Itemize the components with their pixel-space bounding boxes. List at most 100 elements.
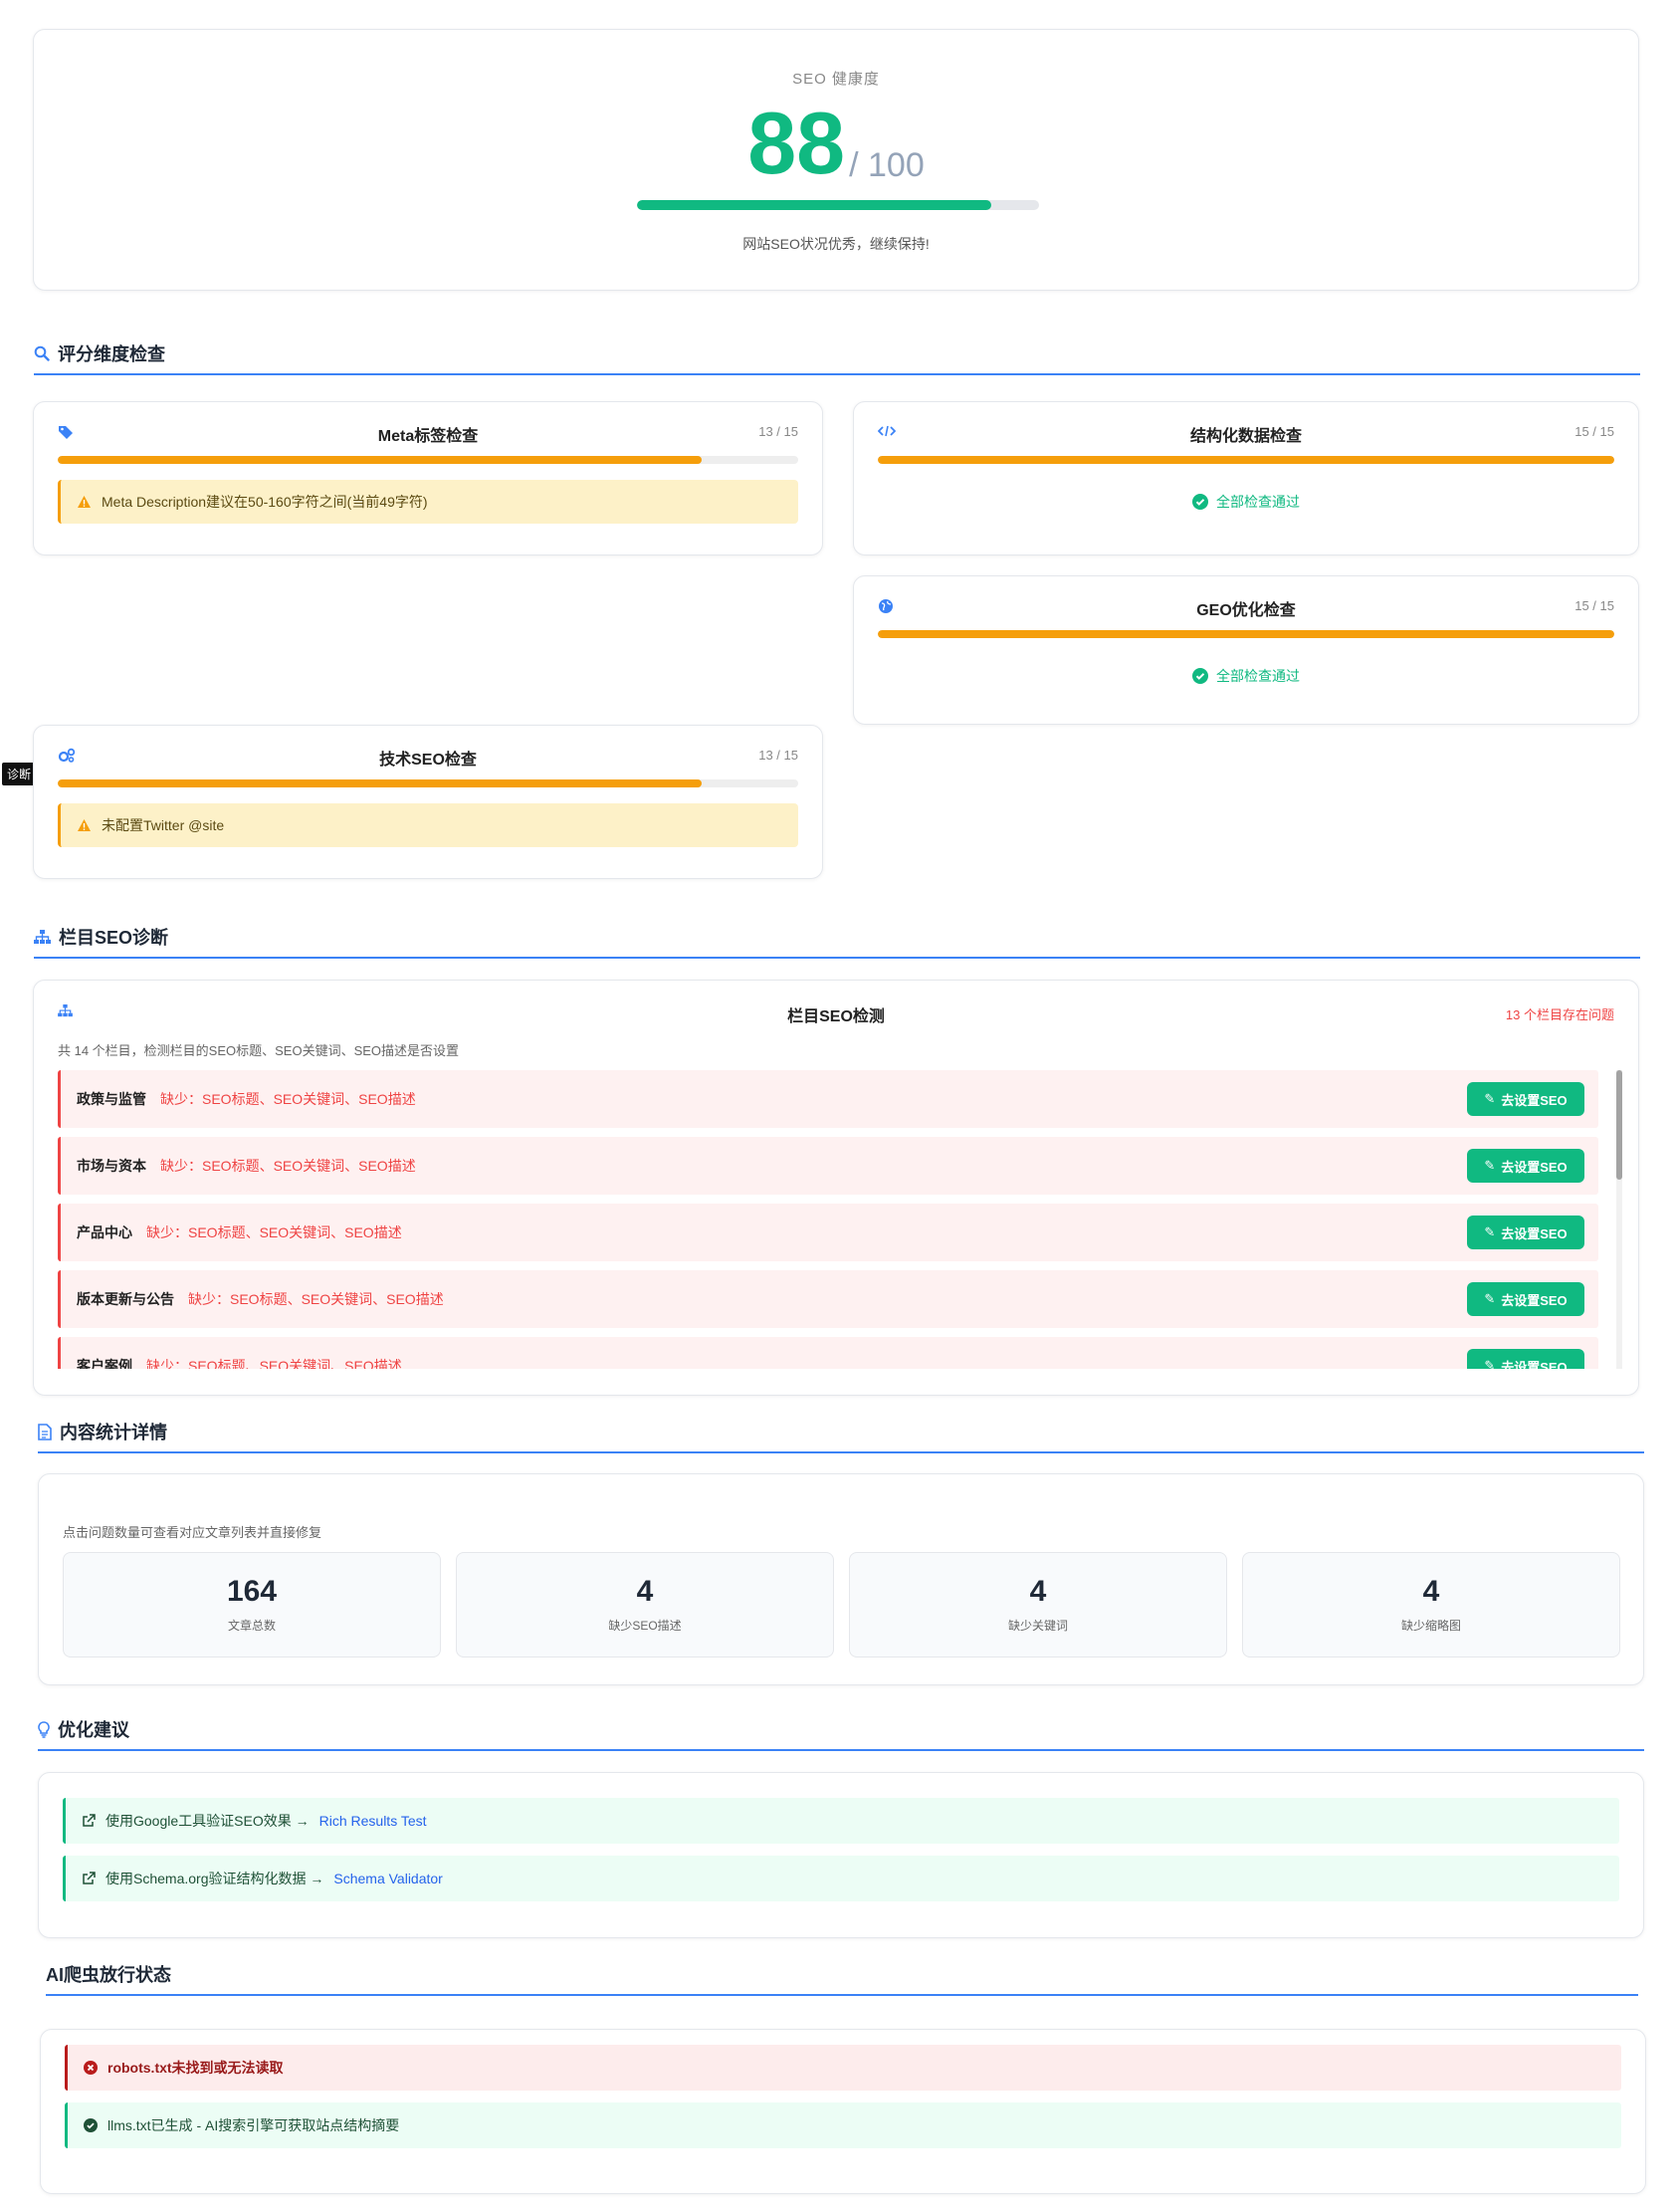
column-row: 产品中心 缺少：SEO标题、SEO关键词、SEO描述 ✎ 去设置SEO [58,1204,1598,1261]
column-list[interactable]: 政策与监管 缺少：SEO标题、SEO关键词、SEO描述 ✎ 去设置SEO 市场与资… [58,1070,1622,1369]
warning-text: Meta Description建议在50-160字符之间(当前49字符) [102,494,428,510]
technical-seo-check-card: 技术SEO检查 13 / 15 未配置Twitter @site [33,725,823,879]
dim-progress-fill [878,456,1614,464]
suggestion-item: 使用Schema.org验证结构化数据 → Schema Validator [63,1856,1619,1901]
document-icon [38,1423,52,1440]
set-seo-button[interactable]: ✎ 去设置SEO [1467,1149,1584,1183]
stat-value: 4 [1422,1575,1440,1608]
column-name: 版本更新与公告 [77,1291,174,1307]
stat-value: 4 [636,1575,654,1608]
suggestion-text: 使用Schema.org验证结构化数据 → [105,1871,324,1886]
health-progress-bar [637,200,1039,210]
geo-optimization-check-card: GEO优化检查 15 / 15 全部检查通过 [853,575,1639,725]
health-score: 88 / 100 [34,100,1638,187]
warning-icon [78,819,91,831]
column-list-scrollbar[interactable] [1616,1070,1622,1369]
llms-txt-status: llms.txt已生成 - AI搜索引擎可获取站点结构摘要 [65,2102,1621,2148]
edit-icon: ✎ [1484,1158,1496,1173]
health-progress-fill [637,200,991,210]
suggestions-section-title: 优化建议 [38,1709,1644,1751]
set-seo-label: 去设置SEO [1501,1092,1568,1108]
dim-progress-bar [878,456,1614,464]
health-label: SEO 健康度 [792,71,880,88]
column-missing: 缺少：SEO标题、SEO关键词、SEO描述 [146,1358,402,1369]
meta-tags-check-card: Meta标签检查 13 / 15 Meta Description建议在50-1… [33,401,823,555]
column-seo-subtitle: 共 14 个栏目，检测栏目的SEO标题、SEO关键词、SEO描述是否设置 [58,1043,460,1058]
content-stats-section-title: 内容统计详情 [38,1412,1644,1453]
warning-text: 未配置Twitter @site [102,817,225,833]
pass-text: 全部检查通过 [1216,668,1300,684]
column-name: 产品中心 [77,1224,132,1240]
dim-title: 结构化数据检查 [1189,428,1302,445]
stat-missing-seo-description[interactable]: 4 缺少SEO描述 [456,1552,834,1658]
suggestions-title: 优化建议 [58,1720,129,1740]
column-row: 客户案例 缺少：SEO标题、SEO关键词、SEO描述 ✎ 去设置SEO [58,1337,1598,1369]
set-seo-label: 去设置SEO [1501,1359,1568,1370]
set-seo-button[interactable]: ✎ 去设置SEO [1467,1349,1584,1369]
warning-icon [78,496,91,508]
edit-icon: ✎ [1484,1358,1496,1369]
dim-progress-bar [58,779,798,787]
dim-score: 15 / 15 [1574,598,1614,613]
column-row: 政策与监管 缺少：SEO标题、SEO关键词、SEO描述 ✎ 去设置SEO [58,1070,1598,1128]
lightbulb-icon [38,1720,50,1738]
pass-message: 全部检查通过 [854,492,1638,512]
health-score-value: 88 [747,94,846,192]
column-seo-card: 栏目SEO检测 13 个栏目存在问题 共 14 个栏目，检测栏目的SEO标题、S… [33,980,1639,1396]
diagnose-side-tab[interactable]: 诊断 [2,763,37,785]
scrollbar-thumb[interactable] [1616,1070,1622,1180]
ai-crawler-title: AI爬虫放行状态 [46,1965,171,1985]
suggestions-card: 使用Google工具验证SEO效果 → Rich Results Test 使用… [38,1772,1644,1938]
stat-label: 缺少SEO描述 [608,1619,682,1633]
set-seo-label: 去设置SEO [1501,1225,1568,1241]
column-missing: 缺少：SEO标题、SEO关键词、SEO描述 [160,1158,416,1174]
column-seo-section-title: 栏目SEO诊断 [34,917,1640,959]
dim-title: GEO优化检查 [1196,602,1296,619]
edit-icon: ✎ [1484,1291,1496,1306]
dim-progress-fill [58,456,703,464]
suggestion-item: 使用Google工具验证SEO效果 → Rich Results Test [63,1798,1619,1844]
content-stats-card: 点击问题数量可查看对应文章列表并直接修复 164 文章总数 4 缺少SEO描述 … [38,1473,1644,1685]
dim-progress-fill [878,630,1614,638]
column-missing: 缺少：SEO标题、SEO关键词、SEO描述 [188,1291,444,1307]
column-missing: 缺少：SEO标题、SEO关键词、SEO描述 [146,1224,402,1240]
dim-title: 技术SEO检查 [379,752,477,769]
pass-message: 全部检查通过 [854,666,1638,686]
dim-title: Meta标签检查 [377,428,479,445]
column-seo-card-title: 栏目SEO检测 [787,1008,885,1025]
warning-message: 未配置Twitter @site [58,803,798,847]
check-circle-icon [1192,494,1208,510]
structured-data-check-card: 结构化数据检查 15 / 15 全部检查通过 [853,401,1639,555]
stat-total-articles[interactable]: 164 文章总数 [63,1552,441,1658]
stat-value: 4 [1029,1575,1047,1608]
llms-txt-text: llms.txt已生成 - AI搜索引擎可获取站点结构摘要 [107,2117,400,2133]
column-seo-title: 栏目SEO诊断 [59,928,169,948]
health-message: 网站SEO状况优秀，继续保持! [742,236,930,252]
set-seo-button[interactable]: ✎ 去设置SEO [1467,1282,1584,1316]
schema-validator-link[interactable]: Schema Validator [333,1871,442,1886]
external-link-icon [83,1814,96,1827]
stat-label: 缺少缩略图 [1400,1619,1461,1633]
column-name: 市场与资本 [77,1158,146,1174]
stats-hint: 点击问题数量可查看对应文章列表并直接修复 [63,1525,322,1540]
seo-health-card: SEO 健康度 88 / 100 网站SEO状况优秀，继续保持! [33,29,1639,291]
rich-results-test-link[interactable]: Rich Results Test [319,1813,427,1829]
set-seo-button[interactable]: ✎ 去设置SEO [1467,1216,1584,1249]
ai-crawler-card: robots.txt未找到或无法读取 llms.txt已生成 - AI搜索引擎可… [40,2029,1646,2194]
set-seo-label: 去设置SEO [1501,1292,1568,1308]
column-name: 客户案例 [77,1358,132,1369]
column-missing: 缺少：SEO标题、SEO关键词、SEO描述 [160,1091,416,1107]
robots-txt-text: robots.txt未找到或无法读取 [107,2060,284,2076]
stat-missing-thumbnail[interactable]: 4 缺少缩略图 [1242,1552,1620,1658]
dimensions-title: 评分维度检查 [58,344,165,364]
search-icon [34,345,50,361]
check-circle-icon [84,2118,98,2132]
column-row: 版本更新与公告 缺少：SEO标题、SEO关键词、SEO描述 ✎ 去设置SEO [58,1270,1598,1328]
dim-score: 15 / 15 [1574,424,1614,439]
set-seo-button[interactable]: ✎ 去设置SEO [1467,1082,1584,1116]
dim-progress-fill [58,779,703,787]
stat-missing-keywords[interactable]: 4 缺少关键词 [849,1552,1227,1658]
content-stats-title: 内容统计详情 [60,1423,167,1442]
warning-message: Meta Description建议在50-160字符之间(当前49字符) [58,480,798,524]
sitemap-icon [34,929,51,944]
